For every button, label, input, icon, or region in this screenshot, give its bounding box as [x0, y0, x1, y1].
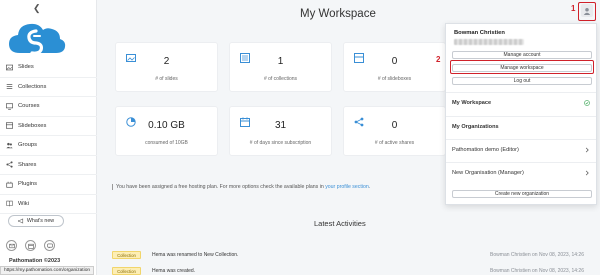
- stat-value: 0.10 GB: [148, 120, 185, 131]
- menu-item-my-workspace[interactable]: My Workspace: [446, 92, 596, 112]
- sidebar-item-wiki[interactable]: Wiki: [0, 195, 97, 214]
- whats-new-label: What's new: [26, 218, 55, 224]
- stat-label: # of days since subscription: [249, 140, 312, 146]
- check-circle-icon: [584, 99, 590, 106]
- page-title: My Workspace: [300, 8, 376, 20]
- list-icon: [6, 84, 13, 90]
- menu-item-org[interactable]: New Organisation (Manager): [446, 162, 596, 182]
- sidebar-item-collections[interactable]: Collections: [0, 78, 97, 97]
- chat-icon[interactable]: [44, 240, 55, 251]
- stat-card-slideboxes[interactable]: 0 # of slideboxes: [343, 42, 446, 92]
- sidebar: ❮ Slides Collections Courses Slideboxes …: [0, 0, 97, 275]
- activity-text: Hema was created.: [152, 268, 196, 274]
- stat-value: 0: [391, 56, 398, 67]
- sidebar-item-label: Wiki: [18, 200, 29, 207]
- box-icon: [6, 122, 13, 129]
- activity-badge: Collection: [112, 267, 141, 275]
- users-icon: [6, 142, 13, 149]
- sidebar-item-label: Plugins: [18, 181, 38, 188]
- highlight-avatar: [578, 2, 596, 21]
- sidebar-item-label: Slideboxes: [18, 122, 47, 129]
- pathomation-logo[interactable]: [6, 19, 68, 59]
- stat-value: 1: [277, 56, 284, 67]
- user-email-redacted: [454, 39, 524, 45]
- copyright: Pathomation ©2023: [9, 258, 61, 264]
- plan-note: You have been assigned a free hosting pl…: [112, 184, 370, 190]
- activity-badge: Collection: [112, 251, 141, 259]
- menu-item-label: New Organisation (Manager): [452, 169, 524, 176]
- menu-item-org[interactable]: Pathomation demo (Editor): [446, 139, 596, 159]
- step-marker-2: 2: [436, 55, 441, 64]
- chevron-left-icon[interactable]: ❮: [33, 3, 41, 14]
- activity-row: Collection Hema was renamed to New Colle…: [112, 249, 598, 261]
- activity-row: Collection Hema was created. Bowman Chri…: [112, 265, 598, 275]
- mail-icon[interactable]: [6, 240, 17, 251]
- sidebar-item-plugins[interactable]: Plugins: [0, 175, 97, 195]
- account-dropdown: Bowman Christien Manage account Manage w…: [445, 23, 597, 205]
- stat-value: 0: [391, 120, 398, 131]
- book-icon: [6, 201, 13, 207]
- sidebar-nav: Slides Collections Courses Slideboxes Gr…: [0, 58, 97, 214]
- stat-card-collections[interactable]: 1 # of collections: [229, 42, 332, 92]
- stat-card-slides[interactable]: 2 # of slides: [115, 42, 218, 92]
- sidebar-footer-icons: [6, 240, 55, 251]
- stat-label: # of active shares: [374, 140, 415, 146]
- sidebar-item-label: Groups: [18, 142, 38, 149]
- calendar-icon[interactable]: [25, 240, 36, 251]
- stat-value: 31: [274, 120, 287, 131]
- image-icon: [6, 64, 13, 71]
- stat-card-days[interactable]: 31 # of days since subscription: [229, 106, 332, 156]
- plan-note-text: You have been assigned a free hosting pl…: [116, 184, 326, 190]
- sidebar-item-groups[interactable]: Groups: [0, 136, 97, 156]
- profile-section-link[interactable]: your profile section: [325, 184, 369, 190]
- sidebar-item-slides[interactable]: Slides: [0, 58, 97, 78]
- sidebar-item-label: Shares: [18, 161, 37, 168]
- menu-section-my-organizations: My Organizations: [446, 116, 596, 136]
- create-organization-button[interactable]: Create new organization: [452, 190, 592, 198]
- activity-meta: Bowman Christien on Nov 08, 2023, 14:26: [490, 252, 584, 258]
- menu-item-label: My Workspace: [452, 99, 492, 106]
- sidebar-item-courses[interactable]: Courses: [0, 97, 97, 117]
- sidebar-item-label: Collections: [18, 83, 47, 90]
- main-content: My Workspace 2 # of slides 1 # of collec…: [98, 0, 600, 275]
- stat-value: 2: [163, 56, 170, 67]
- chevron-right-icon: [585, 147, 589, 152]
- share-icon: [6, 161, 13, 168]
- sidebar-item-shares[interactable]: Shares: [0, 156, 97, 175]
- step-marker-1: 1: [571, 4, 576, 13]
- stat-label: # of slideboxes: [377, 76, 412, 82]
- activity-meta: Bowman Christien on Nov 08, 2023, 14:26: [490, 268, 584, 274]
- stat-card-storage[interactable]: 0.10 GB consumed of 10GB: [115, 106, 218, 156]
- monitor-icon: [6, 103, 13, 110]
- plugin-icon: [6, 181, 13, 188]
- activity-text: Hema was renamed to New Collection.: [152, 252, 239, 258]
- stat-label: # of collections: [263, 76, 298, 82]
- stat-label: # of slides: [155, 76, 178, 82]
- menu-section-label: My Organizations: [452, 123, 499, 130]
- stat-card-shares[interactable]: 0 # of active shares: [343, 106, 446, 156]
- status-bar-url: https://my.pathomation.com/organization: [0, 266, 95, 275]
- megaphone-icon: [18, 218, 23, 224]
- logout-button[interactable]: Log out: [452, 77, 592, 85]
- user-name: Bowman Christien: [454, 30, 505, 36]
- stat-label: consumed of 10GB: [145, 140, 188, 146]
- plan-note-end: .: [368, 184, 371, 190]
- sidebar-item-label: Slides: [18, 64, 34, 71]
- chevron-right-icon: [585, 170, 589, 175]
- sidebar-item-label: Courses: [18, 103, 40, 110]
- menu-item-label: Pathomation demo (Editor): [452, 146, 519, 153]
- manage-account-button[interactable]: Manage account: [452, 51, 592, 59]
- highlight-manage-workspace: [450, 60, 594, 74]
- sidebar-item-slideboxes[interactable]: Slideboxes: [0, 117, 97, 136]
- activities-title: Latest Activities: [314, 219, 366, 228]
- whats-new-button[interactable]: What's new: [8, 215, 64, 227]
